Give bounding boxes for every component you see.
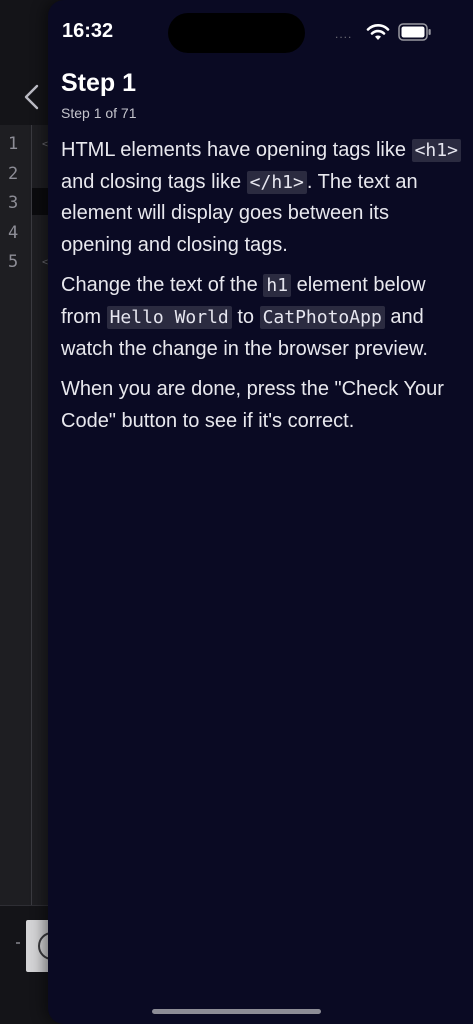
dynamic-island bbox=[168, 13, 305, 53]
inline-code: h1 bbox=[263, 274, 292, 298]
instructions: HTML elements have opening tags like <h1… bbox=[61, 135, 461, 446]
inline-code: </h1> bbox=[246, 170, 307, 194]
line-number: 5 bbox=[8, 252, 19, 272]
line-number: 3 bbox=[8, 193, 19, 213]
instruction-text: to bbox=[231, 305, 260, 328]
instruction-text: When you are done, press the "Check Your… bbox=[61, 378, 444, 432]
line-number: 1 bbox=[8, 134, 19, 154]
inline-code: Hello World bbox=[106, 305, 232, 329]
home-indicator[interactable] bbox=[152, 1009, 321, 1014]
instruction-paragraph: Change the text of the h1 element below … bbox=[61, 270, 461, 365]
inline-code: CatPhotoApp bbox=[259, 305, 385, 329]
instruction-text: and closing tags like bbox=[61, 170, 247, 193]
signal-icon: .... bbox=[335, 27, 353, 41]
instruction-paragraph: When you are done, press the "Check Your… bbox=[61, 374, 461, 437]
status-time: 16:32 bbox=[62, 20, 114, 42]
battery-icon bbox=[398, 23, 431, 41]
page-title: Step 1 bbox=[61, 69, 137, 97]
line-number: 4 bbox=[8, 222, 19, 243]
footer-divider bbox=[16, 942, 20, 944]
line-number: 2 bbox=[8, 163, 19, 184]
line-numbers: 1 2 3 4 5 bbox=[8, 130, 18, 278]
inline-code: <h1> bbox=[411, 139, 461, 162]
screen: 1 2 3 4 5 < < Step 1 Step 1 of 71 HTML e… bbox=[0, 0, 473, 1024]
instruction-text: HTML elements have opening tags like bbox=[61, 139, 412, 161]
instruction-paragraph: HTML elements have opening tags like <h1… bbox=[61, 135, 461, 261]
chevron-left-icon[interactable] bbox=[21, 84, 43, 110]
instruction-text: Change the text of the bbox=[61, 274, 264, 297]
step-progress: Step 1 of 71 bbox=[61, 105, 137, 121]
wifi-icon bbox=[366, 24, 390, 40]
